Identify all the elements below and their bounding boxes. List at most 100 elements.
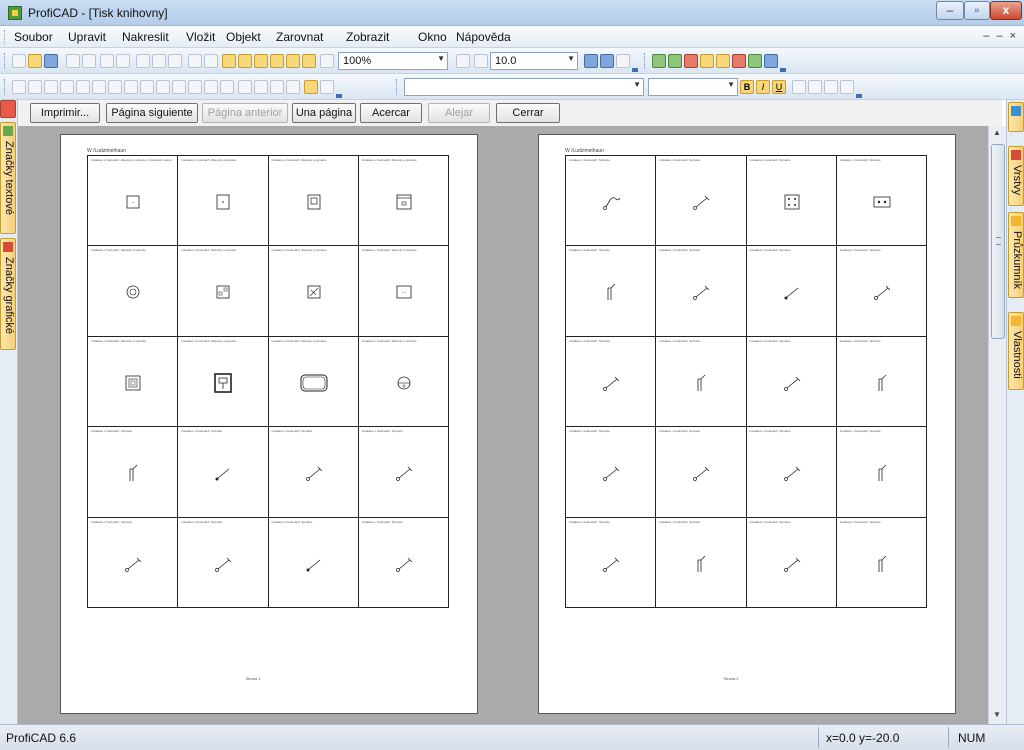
label-icon[interactable] (700, 54, 714, 68)
arc-icon[interactable] (44, 80, 58, 94)
mdi-controls[interactable]: – ‒ × (983, 30, 1018, 42)
menu-soubor[interactable]: Soubor (14, 30, 53, 44)
curve-icon[interactable] (60, 80, 74, 94)
heart-tab-icon[interactable] (0, 100, 16, 118)
align-left-icon[interactable] (808, 80, 822, 94)
wire-icon[interactable] (668, 54, 682, 68)
zoom-in-button[interactable]: Acercar (360, 103, 422, 123)
zoom-window-icon[interactable] (238, 54, 252, 68)
close-button[interactable]: x (990, 1, 1022, 20)
pie-icon[interactable] (156, 80, 170, 94)
toolbar-grip[interactable] (4, 53, 7, 69)
rectangle-icon[interactable] (76, 80, 90, 94)
grid-icon[interactable] (188, 54, 202, 68)
zoom-out-button[interactable]: Alejar (428, 103, 490, 123)
layers-icon[interactable] (584, 54, 598, 68)
select-icon[interactable] (304, 80, 318, 94)
text-icon[interactable] (204, 80, 218, 94)
tab-o[interactable] (1008, 102, 1024, 132)
zoom-select[interactable]: 100% ▼ (338, 52, 448, 70)
polygon-icon[interactable] (124, 80, 138, 94)
menu-vlozit[interactable]: Vložit (186, 30, 215, 44)
align-right-icon[interactable] (840, 80, 854, 94)
zoom-back-icon[interactable] (302, 54, 316, 68)
bold-button[interactable]: B (740, 80, 754, 94)
hatch-icon[interactable] (188, 80, 202, 94)
tab-znacky-graficke[interactable]: Značky grafické (0, 238, 16, 350)
next-page-button[interactable]: Página siguiente (106, 103, 198, 123)
menu-grip[interactable] (4, 30, 7, 44)
save-icon[interactable] (44, 54, 58, 68)
cut-icon[interactable] (136, 54, 150, 68)
redo-icon[interactable] (82, 54, 96, 68)
new-icon[interactable] (12, 54, 26, 68)
menu-napoveda[interactable]: Nápověda (456, 30, 511, 44)
junction-icon[interactable] (254, 80, 268, 94)
zoom-out-icon[interactable] (456, 54, 470, 68)
close-preview-button[interactable]: Cerrar (496, 103, 560, 123)
menu-okno[interactable]: Okno (418, 30, 447, 44)
netlist-icon[interactable] (732, 54, 746, 68)
menu-objekt[interactable]: Objekt (226, 30, 261, 44)
tab-vrstvy[interactable]: Vrstvy (1008, 146, 1024, 206)
minimize-button[interactable]: – (936, 1, 964, 20)
zoom-page-icon[interactable] (254, 54, 268, 68)
zoom-all-icon[interactable] (222, 54, 236, 68)
ellipse-icon[interactable] (92, 80, 106, 94)
bom-icon[interactable] (748, 54, 762, 68)
toolbar-grip[interactable] (396, 79, 399, 95)
table-icon[interactable] (600, 54, 614, 68)
line-width-select[interactable]: 10.0 ▼ (490, 52, 578, 70)
line-icon[interactable] (12, 80, 26, 94)
zoom-prev-icon[interactable] (286, 54, 300, 68)
vertical-scrollbar[interactable]: ▲ ▼ (988, 126, 1006, 724)
table-draw-icon[interactable] (220, 80, 234, 94)
line-width-icon[interactable] (474, 54, 488, 68)
italic-button[interactable]: I (756, 80, 770, 94)
terminal-icon[interactable] (270, 80, 284, 94)
tab-pruzkumnik[interactable]: Průzkumník (1008, 212, 1024, 298)
tools-icon[interactable] (616, 54, 630, 68)
font-name-select[interactable]: ▼ (404, 78, 644, 96)
print-preview-area[interactable]: W /Ludzimethaun Instalace v budovách: Zá… (18, 126, 988, 724)
menu-nakreslit[interactable]: Nakreslit (122, 30, 169, 44)
open-icon[interactable] (28, 54, 42, 68)
toolbar-grip[interactable] (644, 53, 647, 69)
copy-icon[interactable] (152, 54, 166, 68)
prev-page-button[interactable]: Página anterior (202, 103, 288, 123)
undo-icon[interactable] (66, 54, 80, 68)
symbol-icon[interactable] (652, 54, 666, 68)
menu-zarovnat[interactable]: Zarovnat (276, 30, 323, 44)
tab-vlastnosti[interactable]: Vlastnosti (1008, 312, 1024, 390)
maximize-button[interactable]: ▫ (964, 1, 990, 20)
zoom-width-icon[interactable] (270, 54, 284, 68)
toolbar-overflow[interactable] (780, 68, 786, 72)
heart-icon[interactable] (684, 54, 698, 68)
scroll-thumb[interactable] (991, 144, 1005, 339)
toolbar-grip[interactable] (4, 79, 7, 95)
paste-icon[interactable] (168, 54, 182, 68)
snap-icon[interactable] (204, 54, 218, 68)
font-size-select[interactable]: ▼ (648, 78, 738, 96)
cross-icon[interactable] (140, 80, 154, 94)
toolbar-overflow[interactable] (336, 94, 342, 98)
target-icon[interactable] (172, 80, 186, 94)
print-icon[interactable] (116, 54, 130, 68)
scroll-down-icon[interactable]: ▼ (993, 710, 1001, 719)
toolbar-overflow[interactable] (856, 94, 862, 98)
pan-icon[interactable] (320, 80, 334, 94)
app-icon[interactable] (8, 6, 22, 20)
underline-button[interactable]: U (772, 80, 786, 94)
find-icon[interactable] (792, 80, 806, 94)
print-preview-icon[interactable] (100, 54, 114, 68)
print-button[interactable]: Imprimir... (30, 103, 100, 123)
zoom-icon[interactable] (320, 54, 334, 68)
scroll-up-icon[interactable]: ▲ (993, 128, 1001, 137)
explorer-icon[interactable] (764, 54, 778, 68)
star-icon[interactable] (716, 54, 730, 68)
circle-icon[interactable] (108, 80, 122, 94)
toolbar-overflow[interactable] (632, 68, 638, 72)
menu-zobrazit[interactable]: Zobrazit (346, 30, 389, 44)
one-page-button[interactable]: Una página (292, 103, 356, 123)
polyline-icon[interactable] (28, 80, 42, 94)
